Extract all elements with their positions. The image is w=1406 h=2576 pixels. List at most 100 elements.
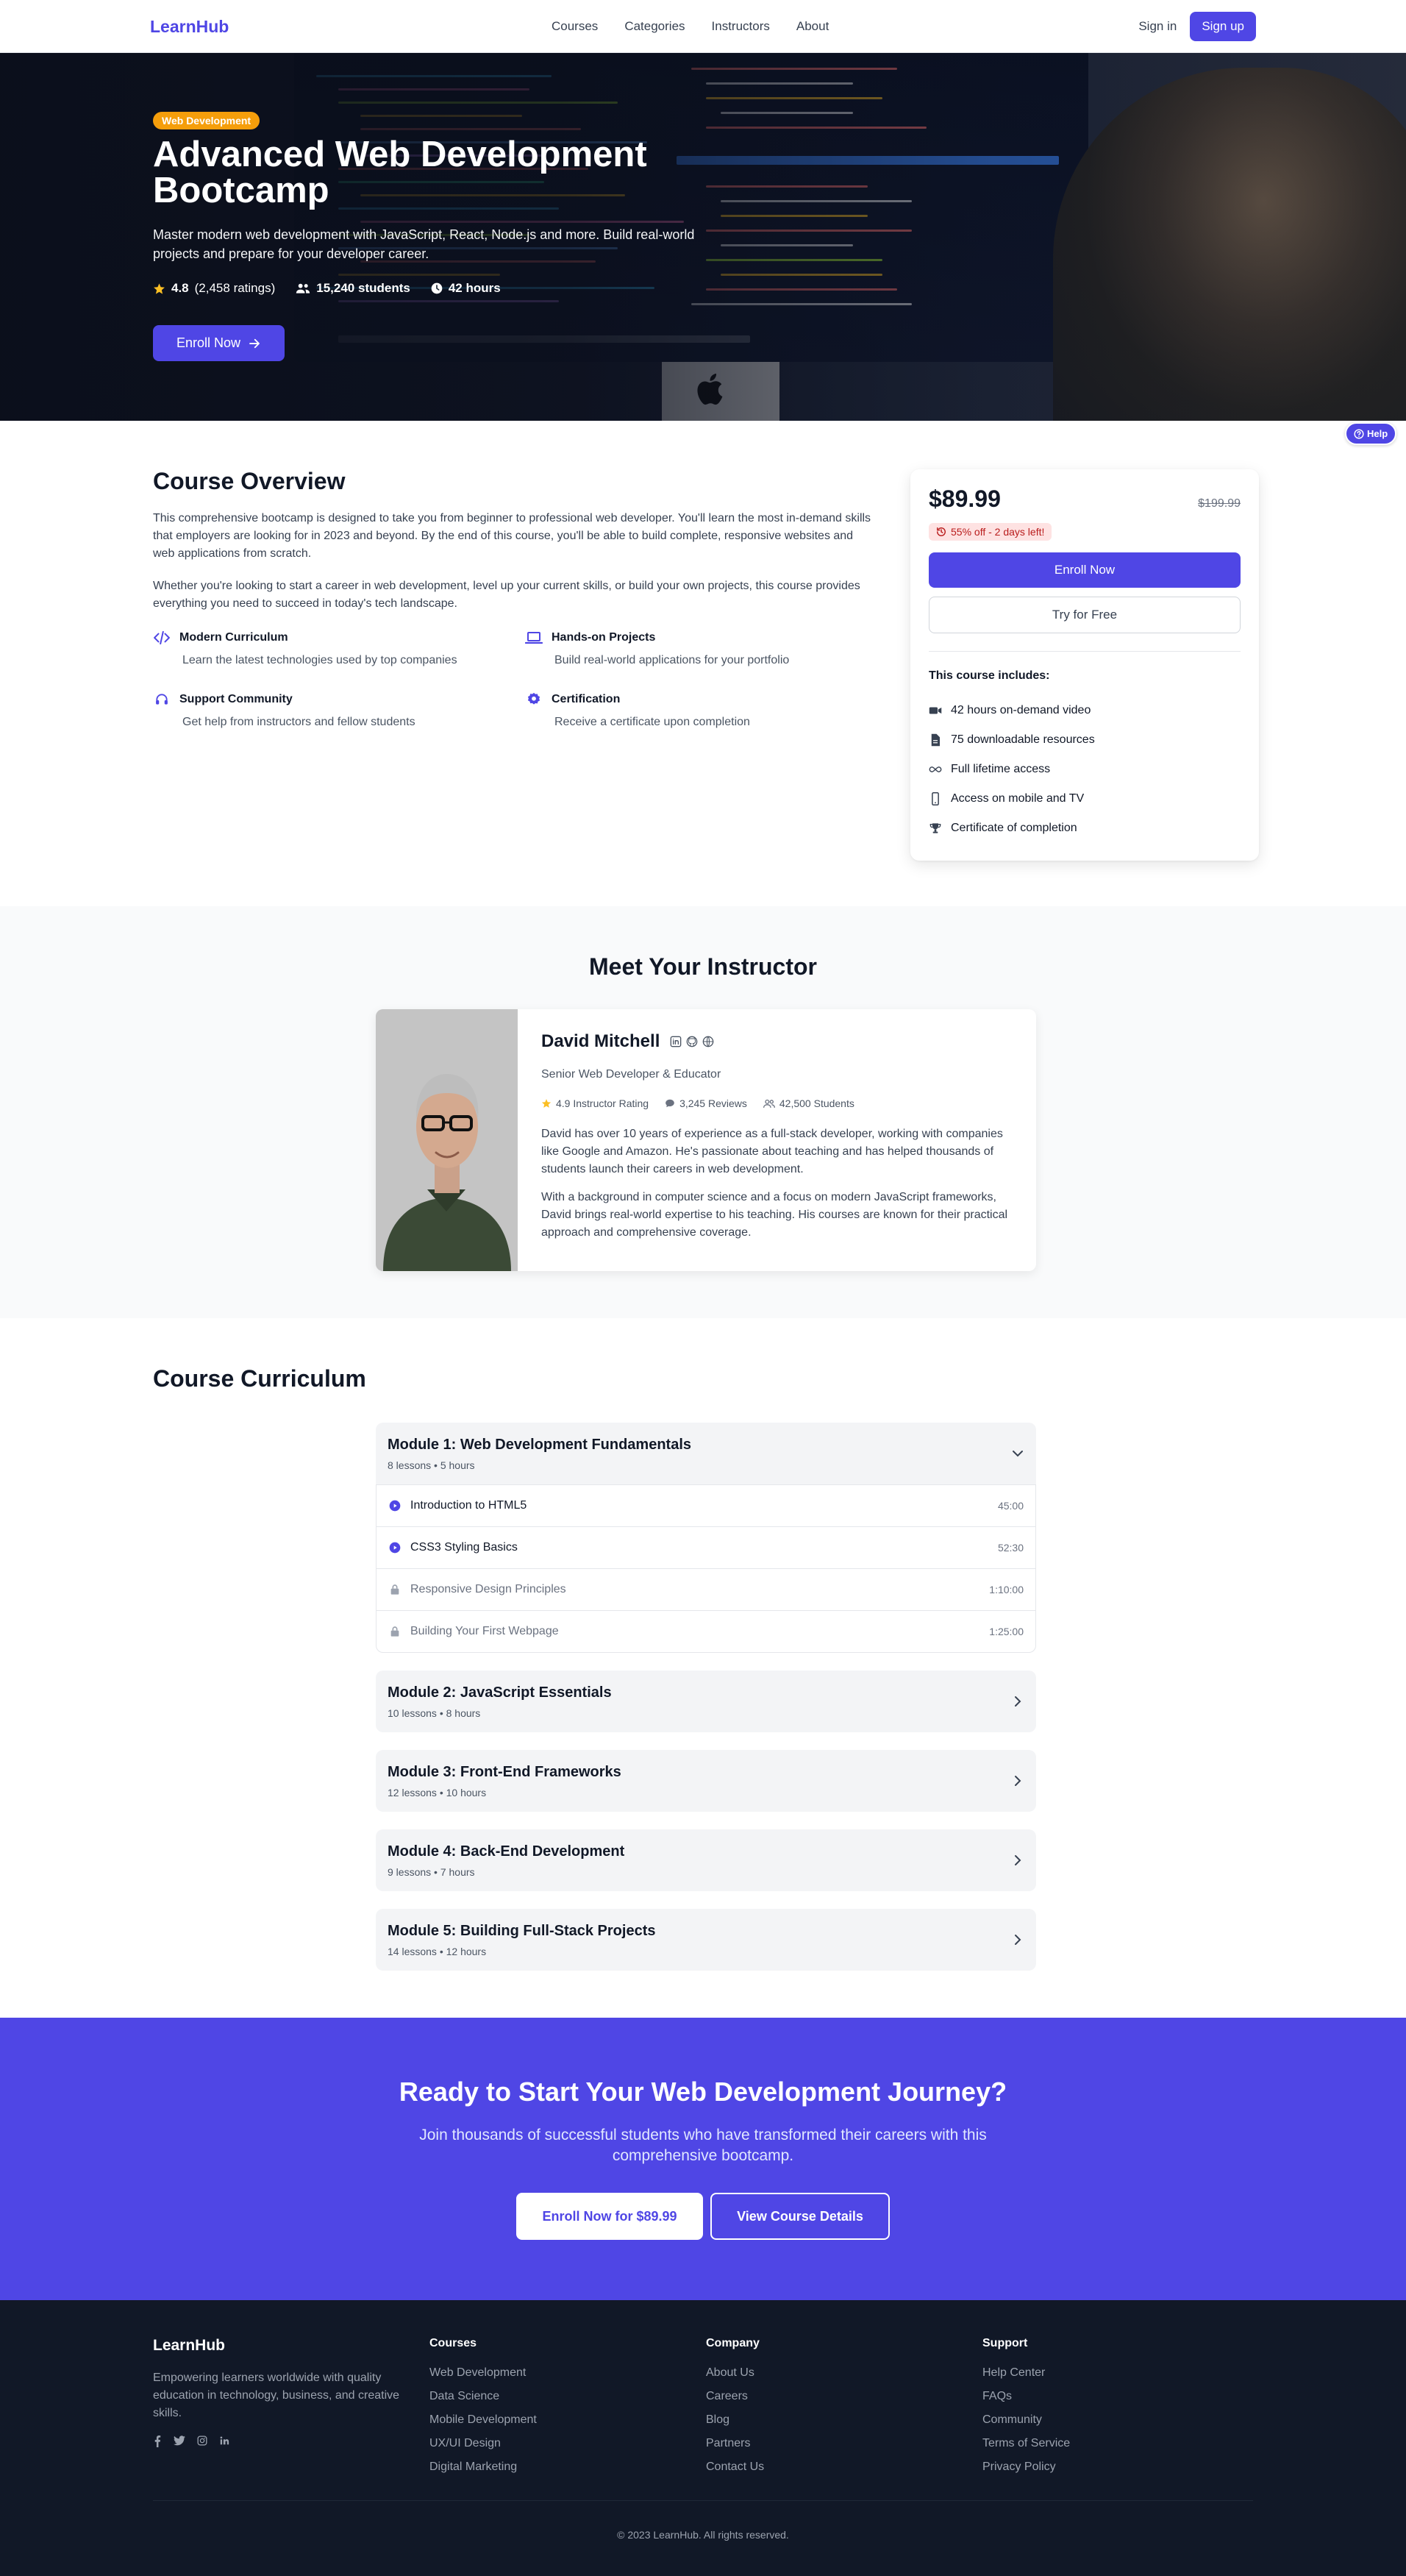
module-meta: 14 lessons • 12 hours xyxy=(388,1945,487,1957)
linkedin-icon[interactable] xyxy=(219,2436,229,2446)
nav-link-about[interactable]: About xyxy=(796,19,829,34)
footer-link[interactable]: FAQs xyxy=(982,2390,1259,2413)
instagram-icon[interactable] xyxy=(197,2436,207,2446)
lesson-name: Introduction to HTML5 xyxy=(410,1499,527,1512)
nav-link-courses[interactable]: Courses xyxy=(552,19,598,34)
footer-link[interactable]: Data Science xyxy=(429,2390,706,2413)
signup-button[interactable]: Sign up xyxy=(1190,12,1256,41)
nav-link-categories[interactable]: Categories xyxy=(624,19,685,34)
footer-link[interactable]: Blog xyxy=(706,2413,982,2437)
trophy-icon xyxy=(929,822,942,835)
footer-column-title: Company xyxy=(706,2337,760,2349)
feature-desc: Learn the latest technologies used by to… xyxy=(182,654,457,666)
module-meta: 10 lessons • 8 hours xyxy=(388,1707,481,1719)
lesson-duration: 1:25:00 xyxy=(989,1626,1024,1637)
globe-icon[interactable] xyxy=(702,1036,714,1047)
current-price: $89.99 xyxy=(929,485,1001,512)
module-header[interactable]: Module 2: JavaScript Essentials 10 lesso… xyxy=(376,1671,1036,1732)
instructor-rating: 4.9 Instructor Rating xyxy=(541,1097,649,1109)
hero-enroll-button[interactable]: Enroll Now xyxy=(153,325,285,361)
footer-brand-column: LearnHub Empowering learners worldwide w… xyxy=(153,2337,429,2484)
instructor-socials xyxy=(670,1036,714,1047)
module-header[interactable]: Module 1: Web Development Fundamentals 8… xyxy=(376,1423,1036,1484)
includes-text: 42 hours on-demand video xyxy=(951,704,1091,716)
lesson-row[interactable]: CSS3 Styling Basics 52:30 xyxy=(377,1526,1035,1568)
clock-history-icon xyxy=(937,527,946,536)
github-icon[interactable] xyxy=(686,1036,698,1047)
instructor-students-text: 42,500 Students xyxy=(779,1097,854,1109)
includes-item: 75 downloadable resources xyxy=(929,725,1241,755)
footer-description: Empowering learners worldwide with quali… xyxy=(153,2372,400,2419)
instructor-bio-2: With a background in computer science an… xyxy=(541,1191,1008,1239)
footer: LearnHub Empowering learners worldwide w… xyxy=(0,2300,1406,2576)
instructor-section-title: Meet Your Instructor xyxy=(589,953,817,980)
chevron-down-icon xyxy=(1011,1450,1024,1457)
module-item: Module 4: Back-End Development 9 lessons… xyxy=(376,1829,1036,1891)
code-icon xyxy=(153,630,171,645)
overview-content: Course Overview This comprehensive bootc… xyxy=(153,468,877,729)
module-item: Module 1: Web Development Fundamentals 8… xyxy=(376,1423,1036,1653)
facebook-icon[interactable] xyxy=(153,2436,162,2447)
includes-text: 75 downloadable resources xyxy=(951,733,1095,746)
nav-link-instructors[interactable]: Instructors xyxy=(712,19,770,34)
instructor-reviews: 3,245 Reviews xyxy=(665,1097,747,1109)
module-meta: 9 lessons • 7 hours xyxy=(388,1865,475,1878)
feature-title: Support Community xyxy=(179,693,293,705)
feature-item: Modern Curriculum Learn the latest techn… xyxy=(153,630,525,667)
lesson-duration: 45:00 xyxy=(997,1500,1024,1512)
module-list: Module 1: Web Development Fundamentals 8… xyxy=(376,1423,1036,1988)
footer-link[interactable]: Digital Marketing xyxy=(429,2461,706,2484)
students-stat: 15,240 students xyxy=(296,281,410,296)
lesson-row: Building Your First Webpage 1:25:00 xyxy=(377,1610,1035,1652)
footer-link[interactable]: Contact Us xyxy=(706,2461,982,2484)
linkedin-icon[interactable] xyxy=(670,1036,682,1047)
module-header[interactable]: Module 5: Building Full-Stack Projects 1… xyxy=(376,1909,1036,1971)
footer-column-courses: Courses Web Development Data Science Mob… xyxy=(429,2337,706,2484)
footer-link[interactable]: Mobile Development xyxy=(429,2413,706,2437)
twitter-icon[interactable] xyxy=(174,2436,185,2446)
module-item: Module 5: Building Full-Stack Projects 1… xyxy=(376,1909,1036,1971)
lesson-duration: 1:10:00 xyxy=(989,1584,1024,1595)
rating-value: 4.8 xyxy=(171,281,189,295)
lesson-name: Responsive Design Principles xyxy=(410,1583,566,1595)
footer-link[interactable]: Help Center xyxy=(982,2366,1259,2390)
curriculum-section: Course Curriculum Module 1: Web Developm… xyxy=(0,1318,1406,2018)
chevron-right-icon xyxy=(1011,1934,1024,1946)
infinity-icon xyxy=(929,763,942,776)
overview-paragraph-2: Whether you're looking to start a career… xyxy=(153,580,860,610)
footer-link[interactable]: Web Development xyxy=(429,2366,706,2390)
module-header[interactable]: Module 3: Front-End Frameworks 12 lesson… xyxy=(376,1750,1036,1812)
certificate-icon xyxy=(525,692,543,707)
mobile-icon xyxy=(929,792,942,805)
footer-link[interactable]: UX/UI Design xyxy=(429,2437,706,2461)
footer-link[interactable]: Careers xyxy=(706,2390,982,2413)
footer-link[interactable]: About Us xyxy=(706,2366,982,2390)
logo[interactable]: LearnHub xyxy=(150,17,229,37)
card-enroll-button[interactable]: Enroll Now xyxy=(929,552,1241,588)
includes-list: 42 hours on-demand video 75 downloadable… xyxy=(929,696,1241,843)
cta-details-button[interactable]: View Course Details xyxy=(710,2193,890,2240)
instructor-bio-1: David has over 10 years of experience as… xyxy=(541,1128,1003,1175)
nav-links: Courses Categories Instructors About xyxy=(552,19,829,34)
course-subtitle: Master modern web development with JavaS… xyxy=(153,227,695,261)
cta-enroll-button[interactable]: Enroll Now for $89.99 xyxy=(516,2193,703,2240)
footer-column-title: Courses xyxy=(429,2337,477,2349)
lesson-row[interactable]: Introduction to HTML5 45:00 xyxy=(377,1484,1035,1526)
footer-link[interactable]: Partners xyxy=(706,2437,982,2461)
signin-link[interactable]: Sign in xyxy=(1138,19,1177,34)
overview-title: Course Overview xyxy=(153,468,346,494)
lesson-list: Introduction to HTML5 45:00 CSS3 Styling… xyxy=(376,1484,1036,1653)
chevron-right-icon xyxy=(1011,1854,1024,1866)
feature-title: Modern Curriculum xyxy=(179,631,288,644)
try-free-button[interactable]: Try for Free xyxy=(929,597,1241,633)
footer-logo[interactable]: LearnHub xyxy=(153,2337,429,2355)
footer-link[interactable]: Terms of Service xyxy=(982,2437,1259,2461)
footer-link[interactable]: Privacy Policy xyxy=(982,2461,1259,2484)
overview-section: Course Overview This comprehensive bootc… xyxy=(0,421,1406,906)
footer-link[interactable]: Community xyxy=(982,2413,1259,2437)
feature-title: Certification xyxy=(552,693,621,705)
includes-item: Access on mobile and TV xyxy=(929,784,1241,814)
module-title: Module 1: Web Development Fundamentals xyxy=(388,1436,692,1453)
pricing-card: $89.99 $199.99 55% off - 2 days left! En… xyxy=(910,469,1259,861)
module-header[interactable]: Module 4: Back-End Development 9 lessons… xyxy=(376,1829,1036,1891)
